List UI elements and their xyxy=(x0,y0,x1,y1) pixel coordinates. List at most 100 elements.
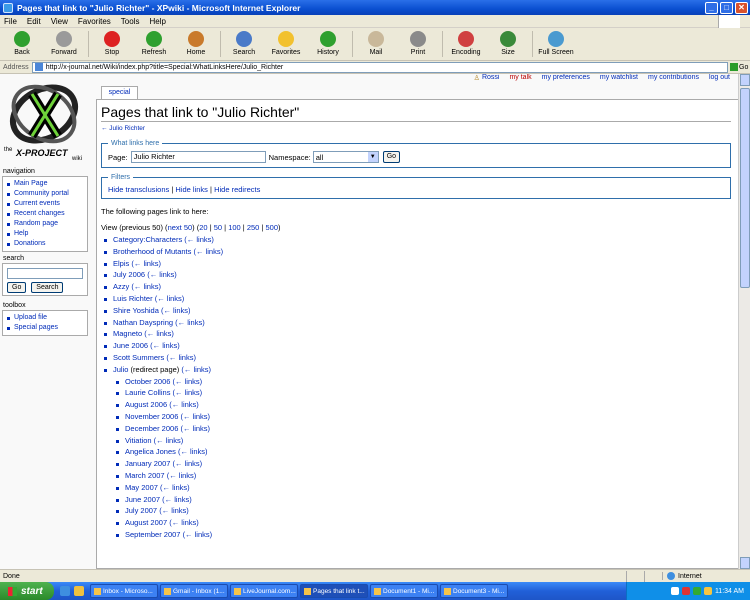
search-input[interactable] xyxy=(7,268,83,279)
menu-file[interactable]: File xyxy=(4,17,17,26)
page-link[interactable]: June 2007 xyxy=(125,495,160,504)
taskbar-button-4[interactable]: Pages that link t... xyxy=(300,584,368,598)
page-link[interactable]: December 2006 xyxy=(125,424,178,433)
hide-links-link[interactable]: Hide links xyxy=(175,185,208,194)
links-link[interactable]: (← links) xyxy=(150,341,180,350)
forward-button[interactable]: Forward xyxy=(46,28,82,56)
limit-50-link[interactable]: 50 xyxy=(214,223,222,232)
my-preferences-link[interactable]: my preferences xyxy=(542,74,590,86)
encoding-button[interactable]: Encoding xyxy=(448,28,484,56)
sidebar-item-community-portal[interactable]: Community portal xyxy=(7,189,83,199)
page-link[interactable]: August 2006 xyxy=(125,400,167,409)
page-link[interactable]: July 2007 xyxy=(125,506,157,515)
address-go-button[interactable]: Go xyxy=(730,63,750,71)
namespace-select[interactable]: all ▼ xyxy=(312,151,379,163)
sidebar-item-help[interactable]: Help xyxy=(7,229,83,239)
page-link[interactable]: May 2007 xyxy=(125,483,158,492)
limit-100-link[interactable]: 100 xyxy=(228,223,241,232)
sidebar-item-recent-changes[interactable]: Recent changes xyxy=(7,209,83,219)
links-link[interactable]: (← links) xyxy=(162,495,192,504)
links-link[interactable]: (← links) xyxy=(173,388,203,397)
page-link[interactable]: June 2006 xyxy=(113,341,148,350)
window-title-bar[interactable]: Pages that link to "Julio Richter" - XPw… xyxy=(0,0,750,15)
tab-special[interactable]: special xyxy=(101,86,138,99)
limit-250-link[interactable]: 250 xyxy=(247,223,260,232)
page-link[interactable]: September 2007 xyxy=(125,530,180,539)
back-button[interactable]: Back xyxy=(4,28,40,56)
page-link[interactable]: Laurie Collins xyxy=(125,388,170,397)
links-link[interactable]: (← links) xyxy=(144,329,174,338)
page-link[interactable]: Elpis xyxy=(113,259,129,268)
page-link[interactable]: November 2006 xyxy=(125,412,178,421)
menu-view[interactable]: View xyxy=(51,17,68,26)
links-link[interactable]: (← links) xyxy=(193,247,223,256)
page-link[interactable]: Luis Richter xyxy=(113,294,153,303)
links-link[interactable]: (← links) xyxy=(155,294,185,303)
back-link[interactable]: ← Julio Richter xyxy=(101,125,738,132)
links-link[interactable]: (← links) xyxy=(180,424,210,433)
search-go-button[interactable]: Go xyxy=(7,282,27,293)
scroll-up-arrow[interactable] xyxy=(740,74,750,86)
start-button[interactable]: start xyxy=(0,582,54,600)
hide-transclusions-link[interactable]: Hide transclusions xyxy=(108,185,169,194)
outlook-quicklaunch-icon[interactable] xyxy=(74,586,84,596)
links-link[interactable]: (← links) xyxy=(180,412,210,421)
page-link[interactable]: March 2007 xyxy=(125,471,165,480)
history-button[interactable]: History xyxy=(310,28,346,56)
links-link[interactable]: (← links) xyxy=(131,259,161,268)
sidebar-item-main-page[interactable]: Main Page xyxy=(7,179,83,189)
full-screen-button[interactable]: Full Screen xyxy=(538,28,574,56)
links-link[interactable]: (← links) xyxy=(181,365,211,374)
scroll-down-arrow[interactable] xyxy=(740,557,750,569)
minimize-button[interactable]: _ xyxy=(705,1,718,14)
taskbar-button-1[interactable]: Inbox - Microso... xyxy=(90,584,158,598)
print-button[interactable]: Print xyxy=(400,28,436,56)
links-link[interactable]: (← links) xyxy=(131,282,161,291)
page-link[interactable]: Angelica Jones xyxy=(125,447,176,456)
page-link[interactable]: Scott Summers xyxy=(113,353,164,362)
page-link[interactable]: Vitiation xyxy=(125,436,152,445)
toolbox-item-special-pages[interactable]: Special pages xyxy=(7,323,83,333)
links-link[interactable]: (← links) xyxy=(166,353,196,362)
page-link[interactable]: Shire Yoshida xyxy=(113,306,159,315)
stop-button[interactable]: Stop xyxy=(94,28,130,56)
page-link[interactable]: August 2007 xyxy=(125,518,167,527)
links-link[interactable]: (← links) xyxy=(175,318,205,327)
toolbox-item-upload-file[interactable]: Upload file xyxy=(7,313,83,323)
scroll-thumb[interactable] xyxy=(740,88,750,288)
search-button[interactable]: Search xyxy=(226,28,262,56)
next-50-link[interactable]: next 50 xyxy=(168,223,193,232)
favorites-button[interactable]: Favorites xyxy=(268,28,304,56)
log-out-link[interactable]: log out xyxy=(709,74,730,86)
go-button[interactable]: Go xyxy=(382,151,401,163)
page-input[interactable]: Julio Richter xyxy=(130,151,266,163)
page-link[interactable]: Nathan Dayspring xyxy=(113,318,173,327)
links-link[interactable]: (← links) xyxy=(167,471,197,480)
page-link[interactable]: October 2006 xyxy=(125,377,170,386)
links-link[interactable]: (← links) xyxy=(154,436,184,445)
page-link[interactable]: January 2007 xyxy=(125,459,170,468)
my-watchlist-link[interactable]: my watchlist xyxy=(600,74,638,86)
mail-button[interactable]: Mail xyxy=(358,28,394,56)
home-button[interactable]: Home xyxy=(178,28,214,56)
vertical-scrollbar[interactable] xyxy=(738,74,750,569)
links-link[interactable]: (← links) xyxy=(178,447,208,456)
links-link[interactable]: (← links) xyxy=(159,506,189,515)
links-link[interactable]: (← links) xyxy=(183,530,213,539)
menu-help[interactable]: Help xyxy=(149,17,165,26)
sidebar-item-random-page[interactable]: Random page xyxy=(7,219,83,229)
page-link[interactable]: Category:Characters xyxy=(113,235,182,244)
xproject-wiki-logo[interactable]: the X-PROJECT wiki xyxy=(2,76,94,162)
links-link[interactable]: (← links) xyxy=(184,235,214,244)
user-link[interactable]: Rossi xyxy=(482,74,500,86)
links-link[interactable]: (← links) xyxy=(173,459,203,468)
taskbar-button-6[interactable]: Document3 - Mi... xyxy=(440,584,508,598)
links-link[interactable]: (← links) xyxy=(160,483,190,492)
hide-redirects-link[interactable]: Hide redirects xyxy=(214,185,260,194)
page-link[interactable]: Brotherhood of Mutants xyxy=(113,247,191,256)
page-link[interactable]: Azzy xyxy=(113,282,129,291)
my-talk-link[interactable]: my talk xyxy=(509,74,531,86)
address-input[interactable]: http://x-journal.net/Wiki/index.php?titl… xyxy=(31,61,728,73)
taskbar-button-2[interactable]: Gmail - Inbox (1... xyxy=(160,584,228,598)
links-link[interactable]: (← links) xyxy=(161,306,191,315)
